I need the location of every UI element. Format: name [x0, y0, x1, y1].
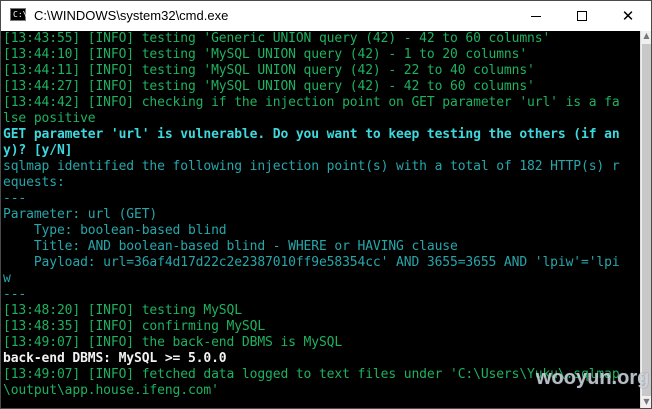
close-icon: ✕ — [621, 7, 635, 25]
dbms-result-line: back-end DBMS: MySQL >= 5.0.0 — [3, 351, 227, 366]
terminal-line: [13:43:55] [INFO] testing 'Generic UNION… — [3, 31, 551, 46]
vertical-scrollbar[interactable]: ▲ ▼ — [640, 31, 651, 408]
terminal-line: [13:44:27] [INFO] testing 'MySQL UNION q… — [3, 79, 535, 94]
app-icon-text: C:\ — [13, 10, 28, 19]
minimize-icon — [531, 15, 541, 17]
terminal-line: \output\app.house.ifeng.com' — [3, 383, 219, 398]
command-prompt-window: C:\ C:\WINDOWS\system32\cmd.exe ✕ [13:43… — [0, 0, 652, 409]
injection-title-line: Title: AND boolean-based blind - WHERE o… — [3, 239, 458, 254]
separator-line: --- — [3, 287, 27, 302]
terminal-line: [13:44:10] [INFO] testing 'MySQL UNION q… — [3, 47, 528, 62]
vulnerability-prompt-line: y)? [y/N] — [3, 143, 73, 158]
terminal-line: lse positive — [3, 111, 96, 126]
terminal-line: [13:49:07] [INFO] the back-end DBMS is M… — [3, 335, 343, 350]
scroll-up-icon[interactable]: ▲ — [641, 31, 651, 43]
injection-summary-line: sqlmap identified the following injectio… — [3, 159, 620, 174]
injection-summary-line: equests: — [3, 175, 65, 190]
terminal-output[interactable]: [13:43:55] [INFO] testing 'Generic UNION… — [2, 31, 640, 408]
vulnerability-prompt-line: GET parameter 'url' is vulnerable. Do yo… — [3, 127, 620, 142]
terminal-line: [13:48:35] [INFO] confirming MySQL — [3, 319, 266, 334]
command-prompt-icon[interactable]: C:\ — [10, 8, 28, 21]
terminal-line: [13:49:07] [INFO] fetched data logged to… — [3, 367, 620, 382]
terminal-line: [13:44:42] [INFO] checking if the inject… — [3, 95, 620, 110]
terminal-line: [13:48:20] [INFO] testing MySQL — [3, 303, 242, 318]
window-title: C:\WINDOWS\system32\cmd.exe — [34, 8, 229, 23]
payload-continuation-line: w — [3, 271, 11, 286]
payload-line: Payload: url=36af4d17d22c2e2387010ff9e58… — [3, 255, 620, 270]
title-bar[interactable]: C:\ C:\WINDOWS\system32\cmd.exe ✕ — [1, 1, 651, 31]
parameter-line: Parameter: url (GET) — [3, 207, 158, 222]
terminal-line: [13:44:11] [INFO] testing 'MySQL UNION q… — [3, 63, 535, 78]
scroll-thumb[interactable] — [642, 44, 651, 396]
scroll-down-icon[interactable]: ▼ — [641, 397, 651, 408]
minimize-button[interactable] — [513, 1, 559, 31]
separator-line: --- — [3, 191, 27, 206]
maximize-button[interactable] — [559, 1, 605, 31]
watermark: wooyun.org — [536, 367, 650, 389]
maximize-icon — [577, 11, 587, 21]
injection-type-line: Type: boolean-based blind — [3, 223, 227, 238]
close-button[interactable]: ✕ — [605, 1, 651, 31]
